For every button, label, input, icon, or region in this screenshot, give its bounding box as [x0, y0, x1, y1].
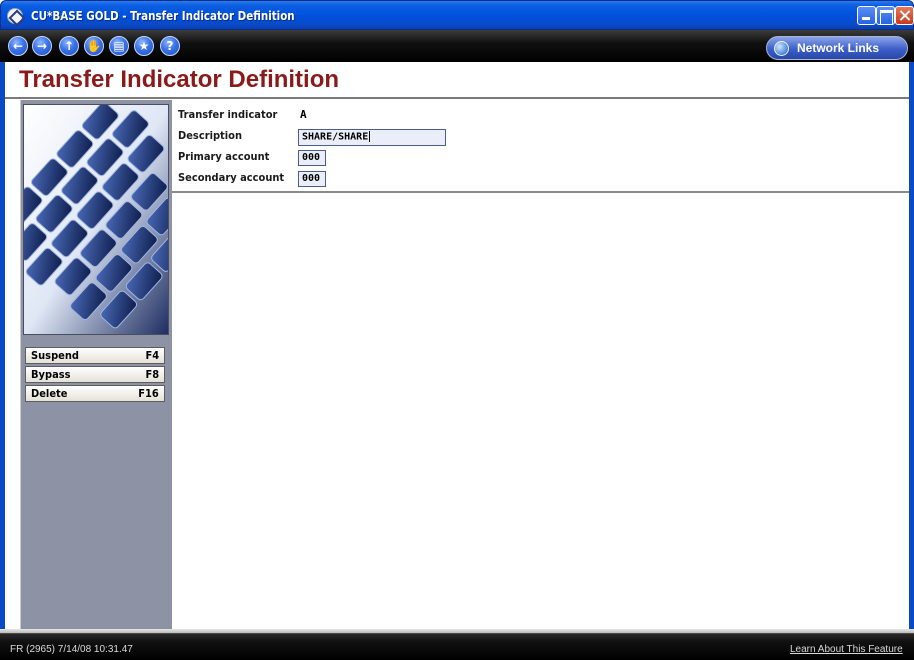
window-titlebar: CU*BASE GOLD - Transfer Indicator Defini…: [0, 0, 914, 30]
text-caret: [369, 131, 371, 142]
suspend-button[interactable]: Suspend F4: [25, 347, 165, 364]
window-title: CU*BASE GOLD - Transfer Indicator Defini…: [31, 9, 295, 23]
secondary-account-input[interactable]: 000: [298, 171, 326, 187]
app-logo-icon: [7, 8, 23, 24]
window-frame-left: [0, 62, 5, 660]
primary-account-input[interactable]: 000: [298, 150, 326, 166]
star-icon[interactable]: ★: [134, 36, 154, 56]
maximize-button[interactable]: [876, 6, 895, 25]
transfer-indicator-label: Transfer indicator: [178, 108, 278, 121]
secondary-account-value: 000: [302, 173, 321, 184]
primary-account-label: Primary account: [178, 150, 270, 163]
transfer-indicator-value: A: [300, 108, 307, 121]
bypass-label: Bypass: [31, 368, 71, 381]
status-session-info: FR (2965) 7/14/08 10:31.47: [10, 644, 133, 655]
forward-arrow-icon[interactable]: →: [32, 36, 52, 56]
bypass-button[interactable]: Bypass F8: [25, 366, 165, 383]
primary-account-value: 000: [302, 152, 321, 163]
globe-icon: [774, 41, 789, 56]
network-links-button[interactable]: Network Links: [766, 36, 908, 60]
description-input[interactable]: SHARE/SHARE: [298, 129, 446, 146]
form-divider: [172, 191, 909, 193]
keyboard-image: [23, 104, 169, 335]
up-arrow-icon[interactable]: ↑: [59, 36, 79, 56]
window-frame-right: [909, 62, 914, 660]
bypass-key: F8: [145, 368, 159, 381]
title-divider: [5, 97, 909, 99]
print-icon[interactable]: ▤: [109, 36, 129, 56]
delete-label: Delete: [31, 387, 68, 400]
description-label: Description: [178, 129, 243, 142]
back-arrow-icon[interactable]: ←: [8, 36, 28, 56]
learn-feature-link[interactable]: Learn About This Feature: [790, 644, 903, 655]
minimize-button[interactable]: [857, 6, 876, 25]
suspend-key: F4: [145, 349, 159, 362]
delete-button[interactable]: Delete F16: [25, 385, 165, 402]
network-links-label: Network Links: [797, 41, 880, 55]
page-title: Transfer Indicator Definition: [19, 66, 340, 93]
delete-key: F16: [138, 387, 159, 400]
status-bar: [0, 629, 914, 660]
hand-icon[interactable]: ✋: [84, 36, 104, 56]
description-value: SHARE/SHARE: [302, 131, 369, 143]
suspend-label: Suspend: [31, 349, 80, 362]
secondary-account-label: Secondary account: [178, 171, 285, 184]
close-button[interactable]: [895, 6, 914, 25]
help-icon[interactable]: ?: [160, 36, 180, 56]
